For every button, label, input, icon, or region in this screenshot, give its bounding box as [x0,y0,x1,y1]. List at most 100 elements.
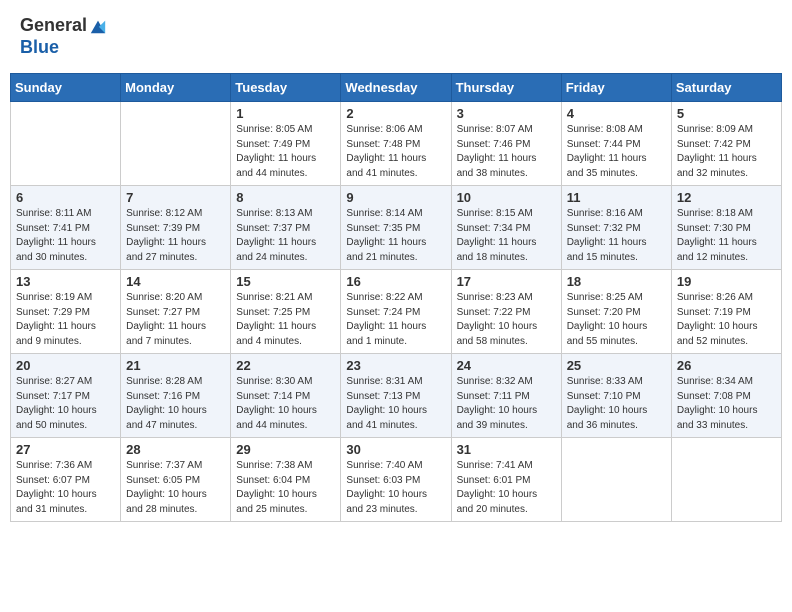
logo: General Blue [20,15,107,58]
calendar-cell: 10 Sunrise: 8:15 AMSunset: 7:34 PMDayligh… [451,186,561,270]
day-info: Sunrise: 8:30 AMSunset: 7:14 PMDaylight:… [236,375,335,433]
day-number: 24 [457,358,556,373]
calendar-cell: 30 Sunrise: 7:40 AMSunset: 6:03 PMDayligh… [341,438,451,522]
calendar-cell: 6 Sunrise: 8:11 AMSunset: 7:41 PMDaylight… [11,186,121,270]
day-info: Sunrise: 8:06 AMSunset: 7:48 PMDaylight:… [346,123,445,181]
day-number: 11 [567,190,666,205]
weekday-header-sunday: Sunday [11,74,121,102]
day-number: 18 [567,274,666,289]
day-info: Sunrise: 8:08 AMSunset: 7:44 PMDaylight:… [567,123,666,181]
weekday-header-wednesday: Wednesday [341,74,451,102]
day-number: 9 [346,190,445,205]
calendar-cell: 13 Sunrise: 8:19 AMSunset: 7:29 PMDayligh… [11,270,121,354]
day-info: Sunrise: 7:41 AMSunset: 6:01 PMDaylight:… [457,459,556,517]
day-info: Sunrise: 8:14 AMSunset: 7:35 PMDaylight:… [346,207,445,265]
calendar-cell: 15 Sunrise: 8:21 AMSunset: 7:25 PMDayligh… [231,270,341,354]
week-row-2: 6 Sunrise: 8:11 AMSunset: 7:41 PMDaylight… [11,186,782,270]
day-info: Sunrise: 8:19 AMSunset: 7:29 PMDaylight:… [16,291,115,349]
calendar-cell: 17Sunrise: 8:23 AMSunset: 7:22 PMDayligh… [451,270,561,354]
weekday-header-tuesday: Tuesday [231,74,341,102]
day-number: 25 [567,358,666,373]
day-info: Sunrise: 8:21 AMSunset: 7:25 PMDaylight:… [236,291,335,349]
day-info: Sunrise: 8:31 AMSunset: 7:13 PMDaylight:… [346,375,445,433]
day-number: 19 [677,274,776,289]
day-number: 15 [236,274,335,289]
day-info: Sunrise: 8:33 AMSunset: 7:10 PMDaylight:… [567,375,666,433]
calendar-cell: 25 Sunrise: 8:33 AMSunset: 7:10 PMDayligh… [561,354,671,438]
day-info: Sunrise: 8:11 AMSunset: 7:41 PMDaylight:… [16,207,115,265]
day-number: 22 [236,358,335,373]
day-number: 4 [567,106,666,121]
day-info: Sunrise: 8:22 AMSunset: 7:24 PMDaylight:… [346,291,445,349]
logo-text-general: General [20,15,87,37]
weekday-header-saturday: Saturday [671,74,781,102]
calendar-cell: 7 Sunrise: 8:12 AMSunset: 7:39 PMDaylight… [121,186,231,270]
day-info: Sunrise: 8:13 AMSunset: 7:37 PMDaylight:… [236,207,335,265]
calendar-cell: 31Sunrise: 7:41 AMSunset: 6:01 PMDayligh… [451,438,561,522]
day-number: 27 [16,442,115,457]
day-info: Sunrise: 7:36 AMSunset: 6:07 PMDaylight:… [16,459,115,517]
calendar-cell: 19 Sunrise: 8:26 AMSunset: 7:19 PMDayligh… [671,270,781,354]
day-number: 12 [677,190,776,205]
day-info: Sunrise: 7:40 AMSunset: 6:03 PMDaylight:… [346,459,445,517]
calendar-cell: 29Sunrise: 7:38 AMSunset: 6:04 PMDayligh… [231,438,341,522]
calendar-cell: 23 Sunrise: 8:31 AMSunset: 7:13 PMDayligh… [341,354,451,438]
calendar-cell: 22 Sunrise: 8:30 AMSunset: 7:14 PMDayligh… [231,354,341,438]
day-number: 26 [677,358,776,373]
day-number: 29 [236,442,335,457]
weekday-header-monday: Monday [121,74,231,102]
calendar-cell: 26 Sunrise: 8:34 AMSunset: 7:08 PMDayligh… [671,354,781,438]
day-number: 28 [126,442,225,457]
calendar-cell: 20 Sunrise: 8:27 AMSunset: 7:17 PMDayligh… [11,354,121,438]
day-info: Sunrise: 8:27 AMSunset: 7:17 PMDaylight:… [16,375,115,433]
day-info: Sunrise: 8:18 AMSunset: 7:30 PMDaylight:… [677,207,776,265]
calendar-cell [121,102,231,186]
day-number: 6 [16,190,115,205]
day-number: 10 [457,190,556,205]
calendar-cell: 27 Sunrise: 7:36 AMSunset: 6:07 PMDayligh… [11,438,121,522]
day-number: 7 [126,190,225,205]
calendar-cell: 12 Sunrise: 8:18 AMSunset: 7:30 PMDayligh… [671,186,781,270]
day-info: Sunrise: 8:34 AMSunset: 7:08 PMDaylight:… [677,375,776,433]
day-info: Sunrise: 8:20 AMSunset: 7:27 PMDaylight:… [126,291,225,349]
day-number: 23 [346,358,445,373]
calendar-cell [671,438,781,522]
calendar-cell: 28 Sunrise: 7:37 AMSunset: 6:05 PMDayligh… [121,438,231,522]
day-info: Sunrise: 8:32 AMSunset: 7:11 PMDaylight:… [457,375,556,433]
day-number: 2 [346,106,445,121]
day-info: Sunrise: 8:05 AMSunset: 7:49 PMDaylight:… [236,123,335,181]
day-number: 8 [236,190,335,205]
day-info: Sunrise: 7:37 AMSunset: 6:05 PMDaylight:… [126,459,225,517]
logo-arrow-icon [89,17,107,35]
calendar-cell: 3 Sunrise: 8:07 AMSunset: 7:46 PMDaylight… [451,102,561,186]
week-row-5: 27 Sunrise: 7:36 AMSunset: 6:07 PMDayligh… [11,438,782,522]
calendar-cell: 2 Sunrise: 8:06 AMSunset: 7:48 PMDaylight… [341,102,451,186]
day-info: Sunrise: 8:09 AMSunset: 7:42 PMDaylight:… [677,123,776,181]
day-number: 5 [677,106,776,121]
logo-text-blue: Blue [20,37,59,59]
page-header: General Blue [10,10,782,63]
day-number: 1 [236,106,335,121]
day-info: Sunrise: 8:15 AMSunset: 7:34 PMDaylight:… [457,207,556,265]
calendar-cell: 4 Sunrise: 8:08 AMSunset: 7:44 PMDaylight… [561,102,671,186]
day-info: Sunrise: 8:12 AMSunset: 7:39 PMDaylight:… [126,207,225,265]
day-info: Sunrise: 8:26 AMSunset: 7:19 PMDaylight:… [677,291,776,349]
day-number: 30 [346,442,445,457]
day-number: 3 [457,106,556,121]
day-info: Sunrise: 8:07 AMSunset: 7:46 PMDaylight:… [457,123,556,181]
day-number: 16 [346,274,445,289]
calendar-cell: 5 Sunrise: 8:09 AMSunset: 7:42 PMDaylight… [671,102,781,186]
calendar-cell: 24 Sunrise: 8:32 AMSunset: 7:11 PMDayligh… [451,354,561,438]
calendar-cell: 18Sunrise: 8:25 AMSunset: 7:20 PMDayligh… [561,270,671,354]
calendar-cell [11,102,121,186]
calendar-cell: 9 Sunrise: 8:14 AMSunset: 7:35 PMDaylight… [341,186,451,270]
calendar-cell: 14Sunrise: 8:20 AMSunset: 7:27 PMDayligh… [121,270,231,354]
week-row-1: 1 Sunrise: 8:05 AMSunset: 7:49 PMDaylight… [11,102,782,186]
calendar-cell: 16 Sunrise: 8:22 AMSunset: 7:24 PMDayligh… [341,270,451,354]
calendar-cell [561,438,671,522]
day-number: 17 [457,274,556,289]
calendar-cell: 21Sunrise: 8:28 AMSunset: 7:16 PMDayligh… [121,354,231,438]
calendar-cell: 8 Sunrise: 8:13 AMSunset: 7:37 PMDaylight… [231,186,341,270]
day-number: 20 [16,358,115,373]
day-number: 13 [16,274,115,289]
